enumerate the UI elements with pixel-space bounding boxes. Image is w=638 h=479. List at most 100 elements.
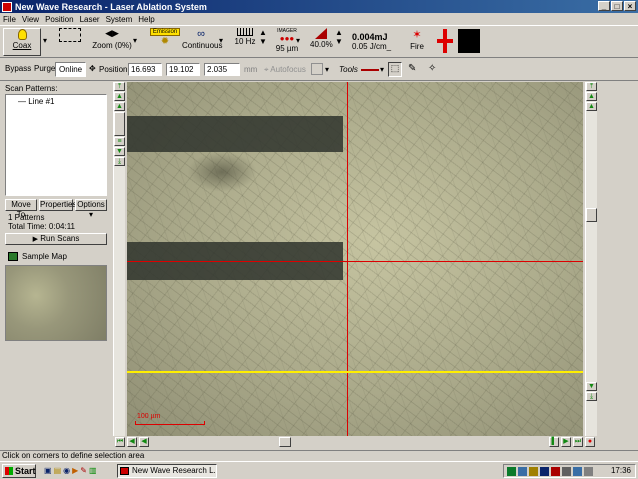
- scroll-page-down-icon[interactable]: ≡: [114, 137, 125, 146]
- menu-position[interactable]: Position: [45, 15, 73, 24]
- scroll-up-icon[interactable]: ▲: [586, 92, 597, 101]
- maximize-button[interactable]: □: [611, 1, 623, 11]
- scan-patterns-label: Scan Patterns:: [5, 84, 58, 93]
- fire-button[interactable]: ✶ Fire: [404, 28, 430, 51]
- scale-bar: [135, 421, 205, 425]
- scroll-up-icon[interactable]: ▲: [114, 92, 125, 101]
- emission-button[interactable]: Emission ✹: [150, 28, 180, 48]
- pattern-count: 1 Patterns: [8, 213, 45, 222]
- map-icon: [8, 252, 18, 261]
- wand-tool-icon[interactable]: ✧: [428, 63, 436, 74]
- starburst-icon: ✶: [412, 29, 422, 41]
- browser-icon[interactable]: ◉: [63, 466, 72, 475]
- quick-launch: ▣▤◉▶✎▥: [44, 466, 99, 475]
- menu-help[interactable]: Help: [138, 15, 154, 24]
- paint-icon[interactable]: ✎: [80, 466, 89, 475]
- sample-map-thumbnail[interactable]: [5, 265, 107, 341]
- horizontal-scrollbar[interactable]: ⏮ ◀ ◀ ▌ ▶ ⏭ ●: [113, 436, 599, 449]
- shield-icon[interactable]: [540, 467, 549, 476]
- line-tool-dropdown-icon[interactable]: ▾: [380, 65, 384, 74]
- scroll-page-up-icon[interactable]: ▲: [586, 102, 597, 111]
- infinity-icon: ∞: [197, 28, 205, 40]
- minimize-button[interactable]: _: [598, 1, 610, 11]
- properties-button[interactable]: Properties: [39, 199, 76, 211]
- menu-view[interactable]: View: [22, 15, 39, 24]
- list-item[interactable]: — Line #1: [6, 95, 106, 106]
- scroll-top-icon[interactable]: ⤒: [586, 82, 597, 91]
- options-button[interactable]: Options ▾: [75, 199, 107, 219]
- scroll-thumb[interactable]: [114, 112, 125, 136]
- speaker-icon[interactable]: [562, 467, 571, 476]
- scroll-down-icon[interactable]: ▼: [114, 147, 125, 156]
- app-icon: [2, 1, 12, 12]
- printer-icon[interactable]: [584, 467, 593, 476]
- coax-button[interactable]: Coax: [3, 28, 41, 56]
- mode-dropdown-icon[interactable]: ▾: [219, 36, 223, 45]
- close-button[interactable]: ×: [624, 1, 636, 11]
- start-button[interactable]: Start: [2, 464, 36, 478]
- scroll-page-right-icon[interactable]: ▌: [549, 437, 559, 447]
- explorer-icon[interactable]: ▤: [54, 466, 64, 475]
- select-tool-icon[interactable]: ⬚: [388, 62, 402, 77]
- position-y-field[interactable]: 19.102: [166, 63, 200, 76]
- scroll-right-icon[interactable]: ▶: [561, 437, 571, 447]
- scroll-bottom-icon[interactable]: ⤓: [586, 392, 597, 401]
- run-scans-button[interactable]: ▶ Run Scans: [5, 233, 107, 245]
- left-vertical-scrollbar[interactable]: ⤒ ▲ ▲ ≡ ▼ ⤓: [113, 82, 125, 436]
- position-x-field[interactable]: 16.693: [128, 63, 162, 76]
- rep-rate-control[interactable]: 10 Hz: [233, 28, 257, 46]
- field-view-button[interactable]: [56, 28, 84, 43]
- scroll-top-icon[interactable]: ⤒: [114, 82, 125, 91]
- scroll-down-icon[interactable]: ▼: [586, 382, 597, 391]
- play-icon: ▶: [32, 236, 38, 243]
- ablation-track-upper: [127, 116, 343, 152]
- pulse-icon: [237, 28, 253, 36]
- tab-online[interactable]: Online: [55, 62, 87, 77]
- autofocus-button[interactable]: ⌖ Autofocus: [264, 65, 306, 75]
- zoom-control[interactable]: ◀▶ Zoom (0%): [90, 28, 134, 50]
- desktop-icon[interactable]: ▣: [44, 466, 54, 475]
- scroll-first-icon[interactable]: ⏮: [115, 437, 125, 447]
- right-vertical-scrollbar[interactable]: ⤒ ▲ ▲ ▼ ⤓: [585, 82, 597, 436]
- tab-bypass[interactable]: Bypass: [2, 62, 34, 77]
- chart-icon[interactable]: ▥: [89, 466, 99, 475]
- spot-dropdown-icon[interactable]: ▾: [296, 36, 300, 45]
- scroll-left-icon[interactable]: ◀: [127, 437, 137, 447]
- scroll-page-left-icon[interactable]: ◀: [139, 437, 149, 447]
- energy-spinner[interactable]: ▲ ▼: [335, 28, 343, 46]
- stage-icon[interactable]: [311, 63, 323, 75]
- usb-icon[interactable]: [529, 467, 538, 476]
- rate-spinner[interactable]: ▲ ▼: [259, 28, 267, 46]
- clock: 17:36: [610, 466, 631, 475]
- scale-bar-label: 100 µm: [137, 413, 161, 420]
- position-z-field[interactable]: 2.035: [204, 63, 240, 76]
- display-icon[interactable]: [573, 467, 582, 476]
- laser-mode-control[interactable]: ∞ Continuous: [182, 28, 222, 50]
- record-icon[interactable]: ●: [585, 437, 595, 447]
- stop-cross-icon[interactable]: [437, 29, 453, 53]
- zoom-dropdown-icon[interactable]: ▾: [133, 36, 137, 45]
- coax-dropdown-icon[interactable]: ▾: [43, 36, 47, 45]
- pen-tool-icon[interactable]: ✎: [408, 63, 416, 74]
- menu-system[interactable]: System: [106, 15, 133, 24]
- move-to-button[interactable]: Move To: [5, 199, 37, 219]
- menu-file[interactable]: File: [3, 15, 16, 24]
- alert-icon[interactable]: [551, 467, 560, 476]
- monitor-icon[interactable]: [518, 467, 527, 476]
- scroll-thumb[interactable]: [586, 208, 597, 222]
- energy-percent-control[interactable]: 40.0%: [310, 28, 333, 49]
- task-button[interactable]: New Wave Research L...: [117, 464, 217, 478]
- menu-laser[interactable]: Laser: [80, 15, 100, 24]
- scan-patterns-list[interactable]: — Line #1: [5, 94, 107, 196]
- scroll-thumb[interactable]: [279, 437, 291, 447]
- scroll-bottom-icon[interactable]: ⤓: [114, 157, 125, 166]
- network-icon[interactable]: [507, 467, 516, 476]
- scroll-last-icon[interactable]: ⏭: [573, 437, 583, 447]
- taskbar: Start ▣▤◉▶✎▥ New Wave Research L... 17:3…: [0, 461, 638, 479]
- scan-line-path[interactable]: [127, 371, 583, 373]
- scroll-page-up-icon[interactable]: ▲: [114, 102, 125, 111]
- camera-view[interactable]: 100 µm: [127, 82, 583, 436]
- line-tool-icon[interactable]: [361, 69, 379, 71]
- position-toolbar: Bypass Purge Online ✥ Position: 16.693 1…: [0, 59, 638, 81]
- stage-dropdown-icon[interactable]: ▾: [325, 65, 329, 74]
